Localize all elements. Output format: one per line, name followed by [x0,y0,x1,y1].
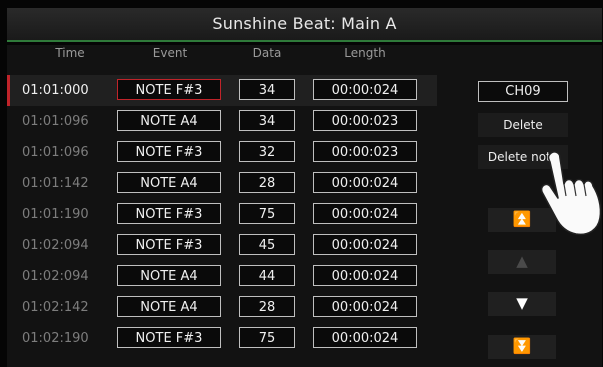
length-cell[interactable]: 00:00:024 [313,203,417,224]
delete-button[interactable]: Delete [478,113,568,137]
data-cell[interactable]: 28 [239,172,295,193]
length-cell[interactable]: 00:00:023 [313,110,417,131]
time-cell: 01:01:096 [22,114,89,129]
time-cell: 01:01:142 [22,176,89,191]
up-arrow-icon: ▲ [516,252,528,270]
scroll-down-button[interactable]: ▼ [488,292,556,316]
header-length: Length [344,46,386,60]
page-down-button[interactable]: ⏬ [488,335,556,359]
length-cell[interactable]: 00:00:024 [313,296,417,317]
table-row[interactable]: 01:01:142 NOTE A4 28 00:00:024 [7,168,437,199]
data-cell[interactable]: 45 [239,234,295,255]
data-cell[interactable]: 32 [239,141,295,162]
event-cell[interactable]: NOTE A4 [117,172,221,193]
data-cell[interactable]: 34 [239,110,295,131]
title-bar: Sunshine Beat: Main A [7,8,602,42]
table-row[interactable]: 01:02:142 NOTE A4 28 00:00:024 [7,292,437,323]
table-row[interactable]: 01:01:000 NOTE F#3 34 00:00:024 [7,75,437,106]
header-time: Time [55,46,85,60]
table-row[interactable]: 01:02:094 NOTE F#3 45 00:00:024 [7,230,437,261]
event-cell[interactable]: NOTE F#3 [117,79,221,100]
time-cell: 01:01:096 [22,145,89,160]
length-cell[interactable]: 00:00:024 [313,172,417,193]
channel-button[interactable]: CH09 [478,81,568,102]
data-cell[interactable]: 34 [239,79,295,100]
time-cell: 01:01:190 [22,207,89,222]
scroll-up-button[interactable]: ▲ [488,250,556,274]
page-title: Sunshine Beat: Main A [212,14,397,33]
event-cell[interactable]: NOTE F#3 [117,141,221,162]
event-cell[interactable]: NOTE A4 [117,265,221,286]
double-down-icon: ⏬ [512,337,532,355]
table-row[interactable]: 01:01:096 NOTE A4 34 00:00:023 [7,106,437,137]
table-row[interactable]: 01:01:096 NOTE F#3 32 00:00:023 [7,137,437,168]
time-cell: 01:02:094 [22,238,89,253]
time-cell: 01:02:142 [22,300,89,315]
event-cell[interactable]: NOTE F#3 [117,327,221,348]
length-cell[interactable]: 00:00:024 [313,327,417,348]
table-row[interactable]: 01:02:190 NOTE F#3 75 00:00:024 [7,323,437,354]
down-arrow-icon: ▼ [516,294,528,312]
length-cell[interactable]: 00:00:024 [313,79,417,100]
event-cell[interactable]: NOTE A4 [117,110,221,131]
length-cell[interactable]: 00:00:024 [313,234,417,255]
time-cell: 01:01:000 [22,83,89,98]
header-data: Data [252,46,282,60]
length-cell[interactable]: 00:00:023 [313,141,417,162]
data-cell[interactable]: 75 [239,203,295,224]
event-cell[interactable]: NOTE A4 [117,296,221,317]
data-cell[interactable]: 28 [239,296,295,317]
table-row[interactable]: 01:02:094 NOTE A4 44 00:00:024 [7,261,437,292]
data-cell[interactable]: 75 [239,327,295,348]
event-cell[interactable]: NOTE F#3 [117,203,221,224]
length-cell[interactable]: 00:00:024 [313,265,417,286]
header-event: Event [152,46,188,60]
time-cell: 01:02:190 [22,331,89,346]
time-cell: 01:02:094 [22,269,89,284]
event-cell[interactable]: NOTE F#3 [117,234,221,255]
pointing-hand-icon [540,151,602,236]
data-cell[interactable]: 44 [239,265,295,286]
table-row[interactable]: 01:01:190 NOTE F#3 75 00:00:024 [7,199,437,230]
screen: Sunshine Beat: Main A Time Event Data Le… [0,0,603,367]
